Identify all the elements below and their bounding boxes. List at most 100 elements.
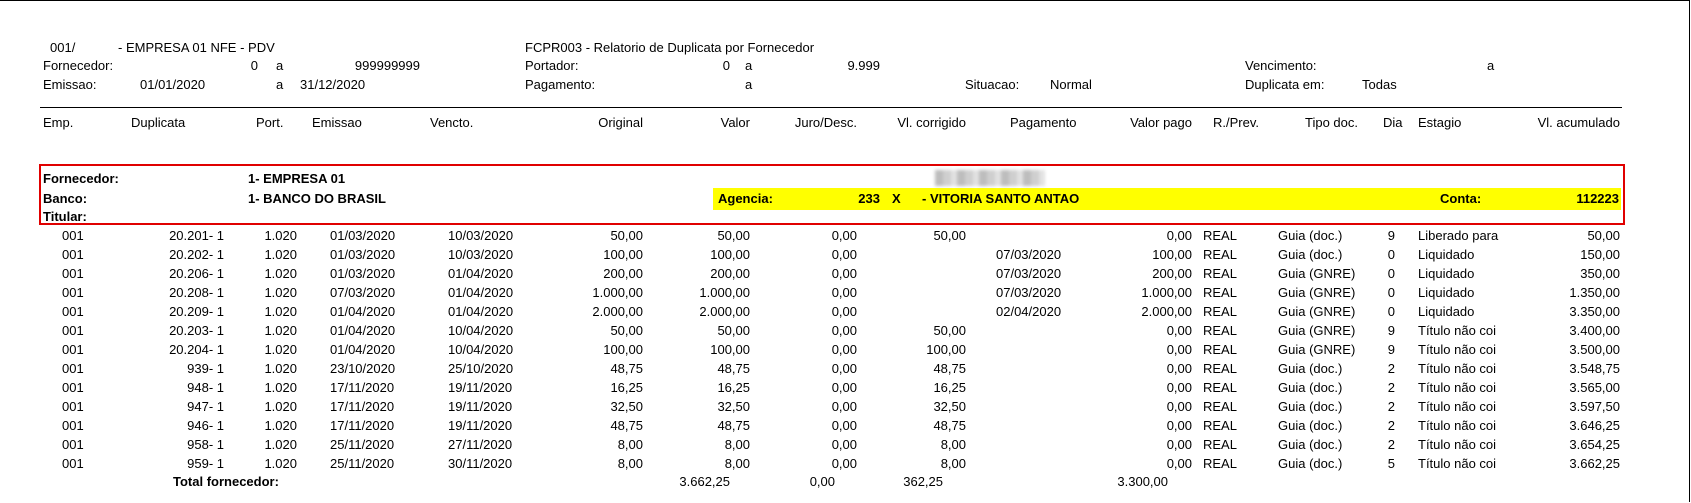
cell-duplicata: 20.206- 1 bbox=[169, 266, 224, 281]
col-tipo-doc: Tipo doc. bbox=[1305, 115, 1358, 130]
cell-original: 50,00 bbox=[610, 323, 643, 338]
col-duplicata: Duplicata bbox=[131, 115, 186, 130]
cell-tipo-doc: Guia (doc.) bbox=[1278, 399, 1343, 414]
pagamento-filter-label: Pagamento: bbox=[525, 77, 596, 92]
cell-pagamento: 07/03/2020 bbox=[996, 285, 1062, 300]
cell-valor-pago: 0,00 bbox=[1166, 323, 1192, 338]
cell-emissao: 01/03/2020 bbox=[330, 247, 396, 262]
total-valor-pago: 3.300,00 bbox=[1117, 474, 1168, 489]
cell-dia: 9 bbox=[1387, 323, 1395, 338]
cell-estagio: Título não coi bbox=[1418, 323, 1497, 338]
cell-valor-pago: 2.000,00 bbox=[1141, 304, 1192, 319]
cell-valor: 1.000,00 bbox=[699, 285, 750, 300]
cell-duplicata: 939- 1 bbox=[187, 361, 224, 376]
cell-duplicata: 958- 1 bbox=[187, 437, 224, 452]
cell-port: 1.020 bbox=[264, 266, 297, 281]
cell-tipo-doc: Guia (doc.) bbox=[1278, 456, 1343, 471]
cell-tipo-doc: Guia (doc.) bbox=[1278, 380, 1343, 395]
cell-estagio: Título não coi bbox=[1418, 361, 1497, 376]
cell-emp: 001 bbox=[62, 228, 84, 243]
cell-valor-pago: 200,00 bbox=[1152, 266, 1192, 281]
cell-vl-corrigido: 16,25 bbox=[933, 380, 966, 395]
cell-r-prev: REAL bbox=[1203, 228, 1237, 243]
cell-duplicata: 20.201- 1 bbox=[169, 228, 224, 243]
cell-original: 100,00 bbox=[603, 342, 643, 357]
cell-port: 1.020 bbox=[264, 323, 297, 338]
cell-pagamento: 02/04/2020 bbox=[996, 304, 1062, 319]
cell-vencto: 10/03/2020 bbox=[448, 228, 514, 243]
cell-emissao: 17/11/2020 bbox=[330, 418, 395, 433]
cell-valor: 200,00 bbox=[710, 266, 750, 281]
cell-juro-desc: 0,00 bbox=[831, 456, 857, 471]
cell-emp: 001 bbox=[62, 437, 84, 452]
cell-tipo-doc: Guia (doc.) bbox=[1278, 437, 1343, 452]
cell-emissao: 25/11/2020 bbox=[330, 437, 395, 452]
cell-r-prev: REAL bbox=[1203, 361, 1237, 376]
cell-vencto: 10/04/2020 bbox=[448, 323, 514, 338]
cell-port: 1.020 bbox=[264, 361, 297, 376]
cell-original: 200,00 bbox=[603, 266, 643, 281]
cell-duplicata: 947- 1 bbox=[187, 399, 224, 414]
cell-original: 2.000,00 bbox=[592, 304, 643, 319]
cell-dia: 2 bbox=[1387, 361, 1395, 376]
fornecedor-filter-label: Fornecedor: bbox=[43, 58, 114, 73]
cell-emissao: 23/10/2020 bbox=[330, 361, 396, 376]
cell-valor: 2.000,00 bbox=[699, 304, 750, 319]
cell-juro-desc: 0,00 bbox=[831, 323, 857, 338]
cell-dia: 0 bbox=[1387, 304, 1395, 319]
cell-tipo-doc: Guia (GNRE) bbox=[1278, 304, 1356, 319]
cell-r-prev: REAL bbox=[1203, 285, 1237, 300]
emissao-filter-label: Emissao: bbox=[43, 77, 97, 92]
cell-original: 16,25 bbox=[610, 380, 643, 395]
cell-emissao: 17/11/2020 bbox=[330, 380, 395, 395]
cell-juro-desc: 0,00 bbox=[831, 342, 857, 357]
cell-estagio: Título não coi bbox=[1418, 418, 1497, 433]
cell-port: 1.020 bbox=[264, 456, 297, 471]
cell-pagamento: 07/03/2020 bbox=[996, 266, 1062, 281]
cell-vl-acumulado: 3.565,00 bbox=[1569, 380, 1620, 395]
cell-emp: 001 bbox=[62, 247, 84, 262]
cell-estagio: Liquidado bbox=[1418, 285, 1475, 300]
col-juro-desc: Juro/Desc. bbox=[794, 115, 857, 130]
table-row: 001 20.202- 1 1.020 01/03/2020 10/03/2020 100… bbox=[0, 245, 1691, 264]
cell-vencto: 19/11/2020 bbox=[448, 380, 513, 395]
table-row: 001 959- 1 1.020 25/11/2020 30/11/2020 8,00 8,… bbox=[0, 454, 1691, 473]
cell-vencto: 10/04/2020 bbox=[448, 342, 514, 357]
cell-dia: 9 bbox=[1387, 228, 1395, 243]
cell-r-prev: REAL bbox=[1203, 342, 1237, 357]
cell-emp: 001 bbox=[62, 399, 84, 414]
cell-r-prev: REAL bbox=[1203, 304, 1237, 319]
cell-juro-desc: 0,00 bbox=[831, 361, 857, 376]
cell-original: 50,00 bbox=[610, 228, 643, 243]
cell-valor-pago: 100,00 bbox=[1152, 247, 1192, 262]
cell-port: 1.020 bbox=[264, 418, 297, 433]
table-row: 001 947- 1 1.020 17/11/2020 19/11/2020 32,50 3… bbox=[0, 397, 1691, 416]
cell-estagio: Título não coi bbox=[1418, 437, 1497, 452]
cell-duplicata: 946- 1 bbox=[187, 418, 224, 433]
cell-estagio: Liberado para bbox=[1418, 228, 1499, 243]
col-vl-acumulado: Vl. acumulado bbox=[1537, 115, 1620, 130]
cell-r-prev: REAL bbox=[1203, 437, 1237, 452]
cell-tipo-doc: Guia (doc.) bbox=[1278, 418, 1343, 433]
cell-vencto: 10/03/2020 bbox=[448, 247, 514, 262]
emissao-filter-a: a bbox=[276, 77, 284, 92]
cell-r-prev: REAL bbox=[1203, 323, 1237, 338]
cell-original: 1.000,00 bbox=[592, 285, 643, 300]
cell-duplicata: 20.208- 1 bbox=[169, 285, 224, 300]
col-estagio: Estagio bbox=[1418, 115, 1462, 130]
table-row: 001 20.204- 1 1.020 01/04/2020 10/04/2020 100… bbox=[0, 340, 1691, 359]
cell-r-prev: REAL bbox=[1203, 380, 1237, 395]
total-juro: 0,00 bbox=[809, 474, 835, 489]
portador-filter-label: Portador: bbox=[525, 58, 579, 73]
cell-original: 48,75 bbox=[610, 418, 643, 433]
cell-emissao: 01/04/2020 bbox=[330, 323, 396, 338]
cell-port: 1.020 bbox=[264, 437, 297, 452]
cell-vl-acumulado: 3.350,00 bbox=[1569, 304, 1620, 319]
cell-valor-pago: 0,00 bbox=[1166, 380, 1192, 395]
company-name: - EMPRESA 01 NFE - PDV bbox=[118, 40, 275, 55]
vencimento-filter-label: Vencimento: bbox=[1245, 58, 1317, 73]
cell-valor: 100,00 bbox=[710, 342, 750, 357]
cell-tipo-doc: Guia (GNRE) bbox=[1278, 266, 1356, 281]
cell-vl-corrigido: 48,75 bbox=[933, 418, 966, 433]
cell-valor: 48,75 bbox=[717, 361, 750, 376]
